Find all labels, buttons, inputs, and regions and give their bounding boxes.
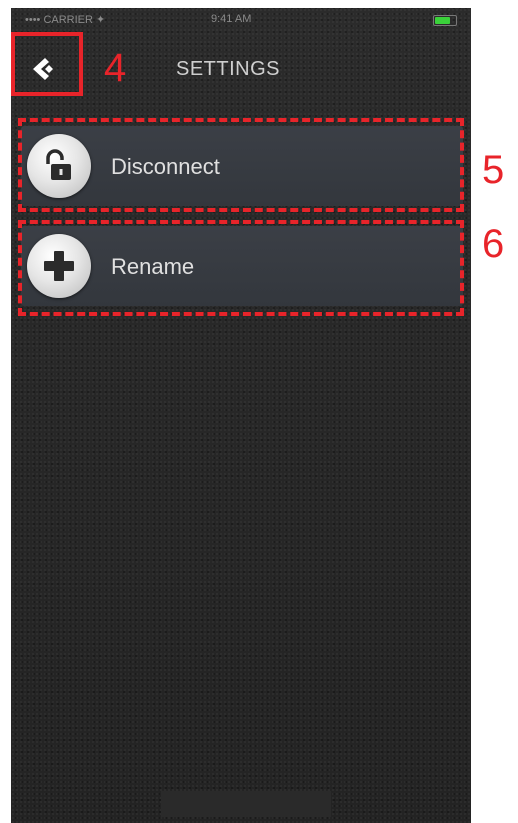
home-indicator bbox=[161, 791, 331, 817]
annotation-box-disconnect bbox=[18, 118, 464, 212]
annotation-number-rename: 6 bbox=[482, 222, 505, 266]
status-bar: •••• CARRIER ✦ 9:41 AM bbox=[11, 8, 471, 30]
page-title: SETTINGS bbox=[176, 58, 281, 80]
annotation-number-disconnect: 5 bbox=[482, 148, 505, 192]
annotation-box-rename bbox=[18, 220, 464, 316]
status-carrier: •••• CARRIER ✦ bbox=[25, 14, 106, 26]
battery-fill bbox=[435, 17, 450, 24]
annotation-box-back bbox=[11, 32, 83, 96]
status-time: 9:41 AM bbox=[211, 13, 252, 25]
annotation-number-back: 4 bbox=[104, 46, 127, 90]
battery-icon bbox=[433, 15, 457, 26]
